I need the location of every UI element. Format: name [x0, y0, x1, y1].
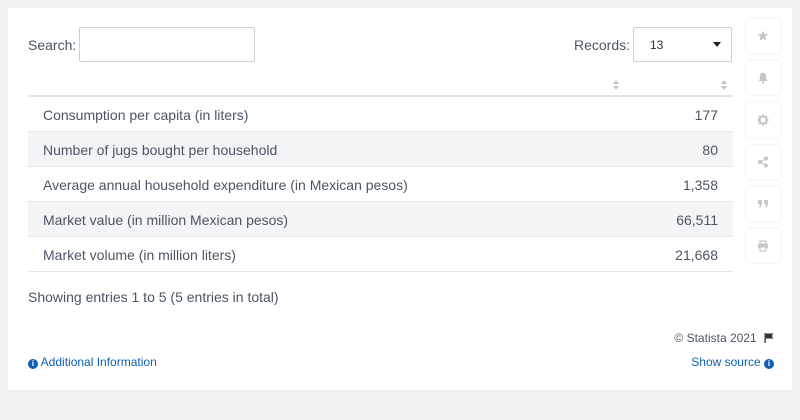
row-value: 21,668 — [675, 247, 718, 263]
entries-info: Showing entries 1 to 5 (5 entries in tot… — [28, 289, 279, 305]
chevron-down-icon — [713, 42, 721, 47]
data-table: Consumption per capita (in liters) 177 N… — [28, 78, 733, 272]
info-icon: i — [28, 359, 38, 369]
search-label: Search: — [28, 37, 77, 53]
share-icon — [758, 156, 768, 168]
table-header — [28, 78, 733, 97]
favorite-button[interactable] — [746, 19, 780, 53]
flag-icon — [764, 333, 774, 343]
sort-icon[interactable] — [720, 80, 728, 92]
row-value: 1,358 — [682, 177, 718, 193]
table-row: Number of jugs bought per household 80 — [28, 132, 733, 167]
quote-icon — [758, 200, 768, 208]
print-button[interactable] — [746, 229, 780, 263]
records-select-value: 13 — [650, 38, 664, 52]
records-select[interactable]: 13 — [633, 27, 732, 62]
show-source-label: Show source — [691, 355, 761, 369]
row-label: Average annual household expenditure (in… — [43, 177, 408, 193]
additional-information-label: Additional Information — [40, 355, 157, 369]
table-row: Market value (in million Mexican pesos) … — [28, 202, 733, 237]
copyright-text: © Statista 2021 — [674, 331, 757, 345]
star-icon — [757, 30, 769, 41]
additional-information-link[interactable]: i Additional Information — [28, 355, 157, 369]
info-icon: i — [764, 359, 774, 369]
row-value: 66,511 — [676, 212, 718, 228]
show-source-link[interactable]: Show source i — [691, 355, 774, 369]
table-row: Consumption per capita (in liters) 177 — [28, 97, 733, 132]
settings-button[interactable] — [746, 103, 780, 137]
print-icon — [758, 240, 768, 252]
share-button[interactable] — [746, 145, 780, 179]
bell-icon — [758, 72, 768, 84]
table-row: Market volume (in million liters) 21,668 — [28, 237, 733, 272]
row-label: Number of jugs bought per household — [43, 142, 278, 158]
row-label: Consumption per capita (in liters) — [43, 107, 249, 123]
row-label: Market value (in million Mexican pesos) — [43, 212, 289, 228]
notification-button[interactable] — [746, 61, 780, 95]
row-value: 80 — [702, 142, 718, 158]
table-row: Average annual household expenditure (in… — [28, 167, 733, 202]
copyright[interactable]: © Statista 2021 — [674, 331, 774, 345]
cite-button[interactable] — [746, 187, 780, 221]
sort-icon[interactable] — [612, 80, 620, 92]
row-value: 177 — [694, 107, 718, 123]
row-label: Market volume (in million liters) — [43, 247, 236, 263]
records-label: Records: — [574, 37, 631, 53]
search-input[interactable] — [79, 27, 255, 62]
gear-icon — [757, 114, 769, 126]
